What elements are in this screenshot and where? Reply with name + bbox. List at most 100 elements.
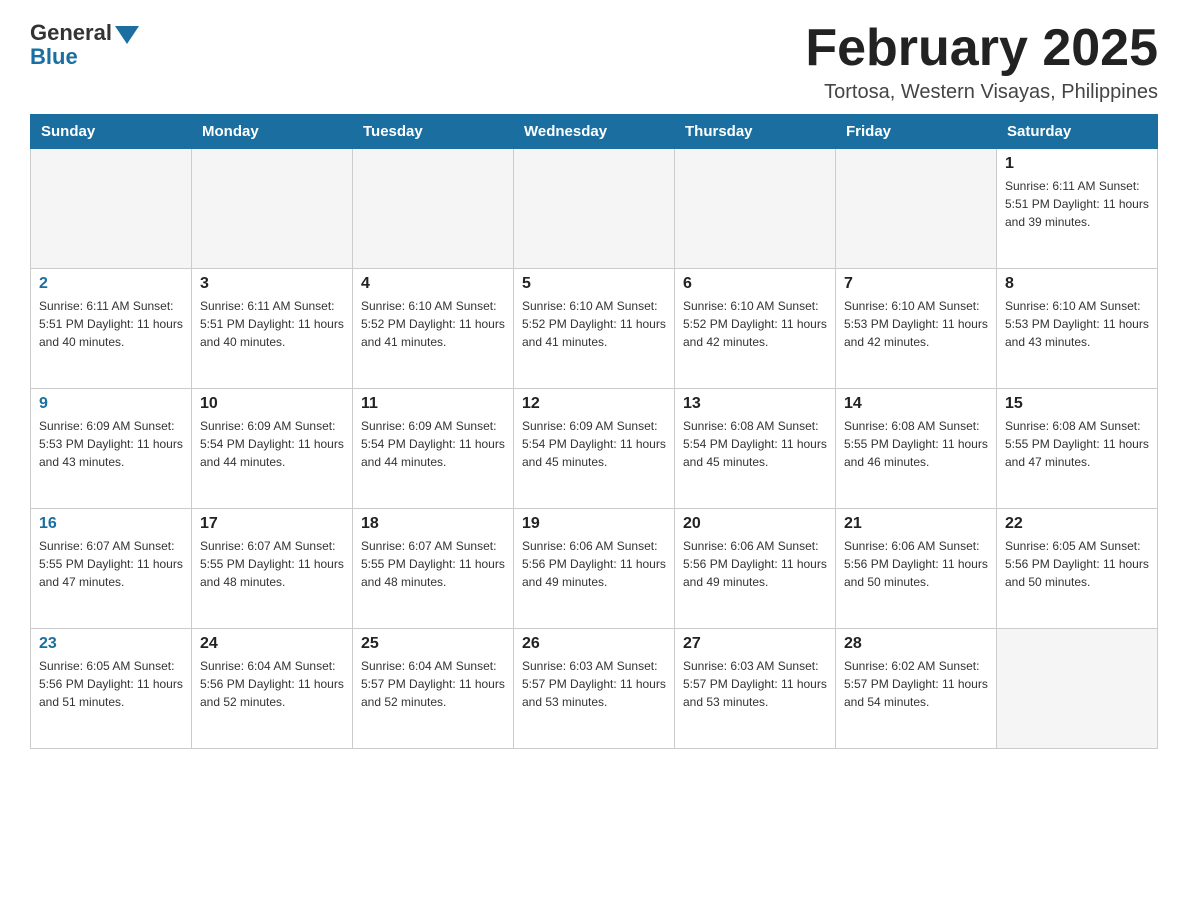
day-number: 27	[683, 635, 827, 653]
calendar-cell: 21 Sunrise: 6:06 AM Sunset: 5:56 PM Dayli…	[836, 509, 997, 629]
column-header-friday: Friday	[836, 115, 997, 149]
calendar-cell: 3 Sunrise: 6:11 AM Sunset: 5:51 PM Daylig…	[192, 269, 353, 389]
day-number: 1	[1005, 155, 1149, 173]
day-number: 21	[844, 515, 988, 533]
calendar-cell	[997, 629, 1158, 749]
calendar-cell: 23 Sunrise: 6:05 AM Sunset: 5:56 PM Dayli…	[31, 629, 192, 749]
day-info: Sunrise: 6:07 AM Sunset: 5:55 PM Dayligh…	[200, 537, 344, 591]
day-info: Sunrise: 6:11 AM Sunset: 5:51 PM Dayligh…	[39, 297, 183, 351]
day-info: Sunrise: 6:05 AM Sunset: 5:56 PM Dayligh…	[1005, 537, 1149, 591]
day-info: Sunrise: 6:07 AM Sunset: 5:55 PM Dayligh…	[39, 537, 183, 591]
calendar-cell	[192, 149, 353, 269]
calendar-cell: 17 Sunrise: 6:07 AM Sunset: 5:55 PM Dayli…	[192, 509, 353, 629]
day-info: Sunrise: 6:07 AM Sunset: 5:55 PM Dayligh…	[361, 537, 505, 591]
day-info: Sunrise: 6:05 AM Sunset: 5:56 PM Dayligh…	[39, 657, 183, 711]
calendar-cell	[514, 149, 675, 269]
day-number: 11	[361, 395, 505, 413]
column-header-tuesday: Tuesday	[353, 115, 514, 149]
calendar-cell	[836, 149, 997, 269]
day-number: 23	[39, 635, 183, 653]
day-number: 9	[39, 395, 183, 413]
day-info: Sunrise: 6:04 AM Sunset: 5:57 PM Dayligh…	[361, 657, 505, 711]
day-number: 13	[683, 395, 827, 413]
logo-general-text: General	[30, 20, 112, 46]
calendar-cell: 28 Sunrise: 6:02 AM Sunset: 5:57 PM Dayli…	[836, 629, 997, 749]
calendar-cell: 8 Sunrise: 6:10 AM Sunset: 5:53 PM Daylig…	[997, 269, 1158, 389]
calendar-cell: 2 Sunrise: 6:11 AM Sunset: 5:51 PM Daylig…	[31, 269, 192, 389]
column-header-thursday: Thursday	[675, 115, 836, 149]
day-number: 4	[361, 275, 505, 293]
page-header: General Blue February 2025 Tortosa, West…	[30, 20, 1158, 104]
day-info: Sunrise: 6:09 AM Sunset: 5:54 PM Dayligh…	[522, 417, 666, 471]
day-number: 12	[522, 395, 666, 413]
day-number: 18	[361, 515, 505, 533]
calendar-cell: 13 Sunrise: 6:08 AM Sunset: 5:54 PM Dayli…	[675, 389, 836, 509]
day-number: 8	[1005, 275, 1149, 293]
day-number: 10	[200, 395, 344, 413]
column-header-saturday: Saturday	[997, 115, 1158, 149]
calendar-cell: 1Sunrise: 6:11 AM Sunset: 5:51 PM Daylig…	[997, 149, 1158, 269]
day-number: 24	[200, 635, 344, 653]
calendar-cell: 19 Sunrise: 6:06 AM Sunset: 5:56 PM Dayli…	[514, 509, 675, 629]
location-title: Tortosa, Western Visayas, Philippines	[805, 81, 1158, 104]
day-info: Sunrise: 6:10 AM Sunset: 5:53 PM Dayligh…	[1005, 297, 1149, 351]
calendar-cell: 4Sunrise: 6:10 AM Sunset: 5:52 PM Daylig…	[353, 269, 514, 389]
day-number: 2	[39, 275, 183, 293]
calendar-cell: 12 Sunrise: 6:09 AM Sunset: 5:54 PM Dayli…	[514, 389, 675, 509]
day-number: 20	[683, 515, 827, 533]
calendar-cell: 16 Sunrise: 6:07 AM Sunset: 5:55 PM Dayli…	[31, 509, 192, 629]
calendar-cell: 20 Sunrise: 6:06 AM Sunset: 5:56 PM Dayli…	[675, 509, 836, 629]
day-number: 5	[522, 275, 666, 293]
calendar-cell: 25 Sunrise: 6:04 AM Sunset: 5:57 PM Dayli…	[353, 629, 514, 749]
day-number: 28	[844, 635, 988, 653]
logo: General Blue	[30, 20, 139, 70]
day-number: 19	[522, 515, 666, 533]
month-title: February 2025	[805, 20, 1158, 77]
day-number: 26	[522, 635, 666, 653]
day-info: Sunrise: 6:04 AM Sunset: 5:56 PM Dayligh…	[200, 657, 344, 711]
calendar-cell	[675, 149, 836, 269]
day-info: Sunrise: 6:09 AM Sunset: 5:53 PM Dayligh…	[39, 417, 183, 471]
calendar-table: SundayMondayTuesdayWednesdayThursdayFrid…	[30, 114, 1158, 749]
calendar-cell: 15 Sunrise: 6:08 AM Sunset: 5:55 PM Dayli…	[997, 389, 1158, 509]
day-info: Sunrise: 6:10 AM Sunset: 5:52 PM Dayligh…	[683, 297, 827, 351]
day-info: Sunrise: 6:03 AM Sunset: 5:57 PM Dayligh…	[683, 657, 827, 711]
day-number: 6	[683, 275, 827, 293]
day-info: Sunrise: 6:09 AM Sunset: 5:54 PM Dayligh…	[200, 417, 344, 471]
day-number: 17	[200, 515, 344, 533]
calendar-week-4: 16 Sunrise: 6:07 AM Sunset: 5:55 PM Dayli…	[31, 509, 1158, 629]
calendar-cell: 7Sunrise: 6:10 AM Sunset: 5:53 PM Daylig…	[836, 269, 997, 389]
column-header-sunday: Sunday	[31, 115, 192, 149]
calendar-header-row: SundayMondayTuesdayWednesdayThursdayFrid…	[31, 115, 1158, 149]
day-info: Sunrise: 6:11 AM Sunset: 5:51 PM Dayligh…	[200, 297, 344, 351]
title-section: February 2025 Tortosa, Western Visayas, …	[805, 20, 1158, 104]
calendar-cell: 10 Sunrise: 6:09 AM Sunset: 5:54 PM Dayli…	[192, 389, 353, 509]
day-number: 22	[1005, 515, 1149, 533]
calendar-cell: 5 Sunrise: 6:10 AM Sunset: 5:52 PM Daylig…	[514, 269, 675, 389]
logo-blue-text: Blue	[30, 44, 78, 70]
logo-triangle-icon	[115, 26, 139, 44]
day-info: Sunrise: 6:08 AM Sunset: 5:55 PM Dayligh…	[844, 417, 988, 471]
calendar-cell: 27 Sunrise: 6:03 AM Sunset: 5:57 PM Dayli…	[675, 629, 836, 749]
day-number: 3	[200, 275, 344, 293]
day-number: 25	[361, 635, 505, 653]
column-header-wednesday: Wednesday	[514, 115, 675, 149]
day-info: Sunrise: 6:06 AM Sunset: 5:56 PM Dayligh…	[522, 537, 666, 591]
day-info: Sunrise: 6:10 AM Sunset: 5:52 PM Dayligh…	[522, 297, 666, 351]
day-number: 14	[844, 395, 988, 413]
calendar-cell	[31, 149, 192, 269]
day-info: Sunrise: 6:02 AM Sunset: 5:57 PM Dayligh…	[844, 657, 988, 711]
day-info: Sunrise: 6:06 AM Sunset: 5:56 PM Dayligh…	[683, 537, 827, 591]
day-info: Sunrise: 6:08 AM Sunset: 5:55 PM Dayligh…	[1005, 417, 1149, 471]
calendar-cell: 14 Sunrise: 6:08 AM Sunset: 5:55 PM Dayli…	[836, 389, 997, 509]
calendar-cell: 6 Sunrise: 6:10 AM Sunset: 5:52 PM Daylig…	[675, 269, 836, 389]
calendar-cell: 22 Sunrise: 6:05 AM Sunset: 5:56 PM Dayli…	[997, 509, 1158, 629]
calendar-cell: 24 Sunrise: 6:04 AM Sunset: 5:56 PM Dayli…	[192, 629, 353, 749]
day-info: Sunrise: 6:06 AM Sunset: 5:56 PM Dayligh…	[844, 537, 988, 591]
calendar-week-2: 2 Sunrise: 6:11 AM Sunset: 5:51 PM Daylig…	[31, 269, 1158, 389]
calendar-week-1: 1Sunrise: 6:11 AM Sunset: 5:51 PM Daylig…	[31, 149, 1158, 269]
calendar-cell: 18 Sunrise: 6:07 AM Sunset: 5:55 PM Dayli…	[353, 509, 514, 629]
day-info: Sunrise: 6:08 AM Sunset: 5:54 PM Dayligh…	[683, 417, 827, 471]
day-number: 15	[1005, 395, 1149, 413]
day-number: 16	[39, 515, 183, 533]
